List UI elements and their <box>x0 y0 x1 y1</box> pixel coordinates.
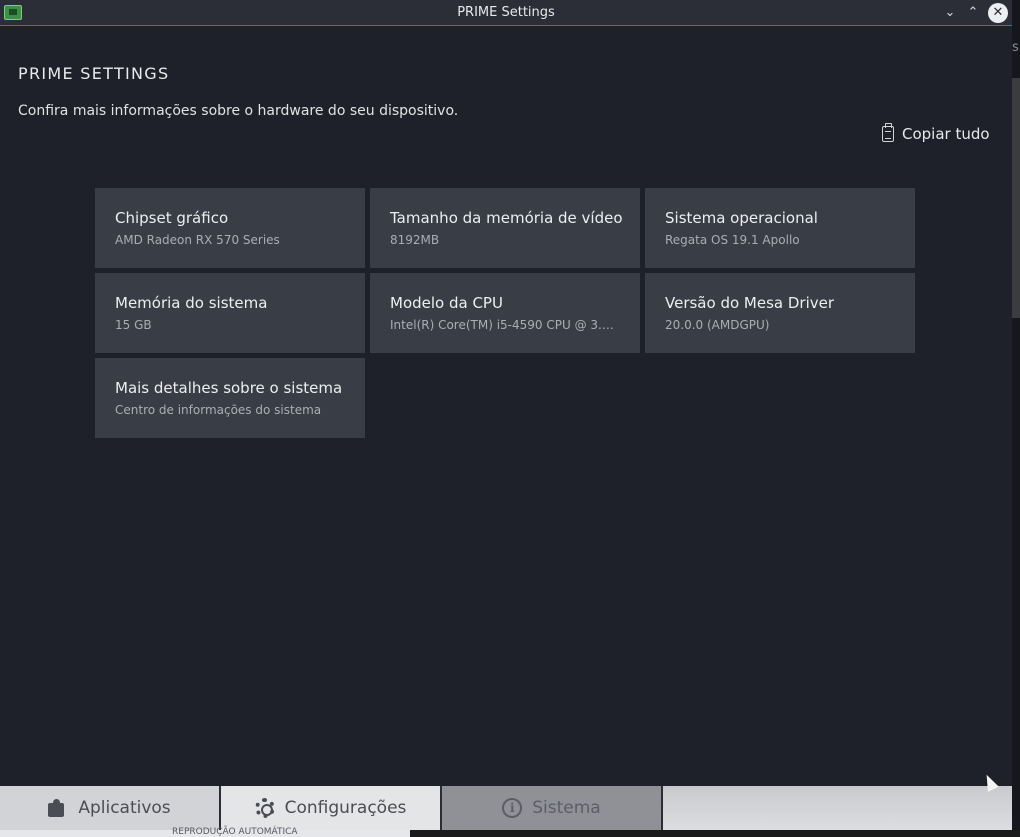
card-label: Chipset gráfico <box>115 209 229 227</box>
card-value: Centro de informações do sistema <box>115 403 322 417</box>
tab-settings[interactable]: Configurações <box>221 786 442 830</box>
page-subtitle: Confira mais informações sobre o hardwar… <box>18 103 459 119</box>
card-value: 15 GB <box>115 318 152 332</box>
copy-all-button[interactable]: Copiar tudo <box>882 123 990 144</box>
bottom-tab-bar: Aplicativos Configurações i Sistema <box>0 786 1012 830</box>
copy-all-label: Copiar tudo <box>902 125 990 143</box>
maximize-button[interactable]: ⌃ <box>963 3 983 23</box>
tab-label: Aplicativos <box>78 798 171 818</box>
card-more-system-details[interactable]: Mais detalhes sobre o sistema Centro de … <box>95 358 365 438</box>
page-title: PRIME SETTINGS <box>18 64 170 83</box>
close-button[interactable]: ✕ <box>988 3 1008 23</box>
autoplay-text: REPRODUÇÃO AUTOMÁTICA <box>172 827 298 837</box>
card-value: AMD Radeon RX 570 Series <box>115 233 280 247</box>
card-value: 8192MB <box>390 233 440 247</box>
card-video-memory[interactable]: Tamanho da memória de vídeo 8192MB <box>370 188 640 268</box>
info-icon: i <box>502 798 523 818</box>
card-label: Memória do sistema <box>115 294 268 312</box>
minimize-button[interactable]: ⌄ <box>940 3 960 23</box>
gear-icon <box>254 798 275 818</box>
title-bar: PRIME Settings ⌄ ⌃ ✕ <box>0 0 1012 26</box>
tab-bar-filler <box>663 786 1012 830</box>
tab-label: Configurações <box>284 798 407 818</box>
underlying-video-strip <box>410 830 1020 837</box>
card-label: Versão do Mesa Driver <box>665 294 835 312</box>
card-cpu-model[interactable]: Modelo da CPU Intel(R) Core(TM) i5-4590 … <box>370 273 640 353</box>
card-label: Sistema operacional <box>665 209 818 227</box>
card-label: Mais detalhes sobre o sistema <box>115 379 343 397</box>
underlying-window-strip: REPRODUÇÃO AUTOMÁTICA <box>0 827 1020 837</box>
card-label: Tamanho da memória de vídeo <box>390 209 623 227</box>
tab-label: Sistema <box>532 798 601 818</box>
clipboard-icon <box>882 123 894 142</box>
card-value: Regata OS 19.1 Apollo <box>665 233 800 247</box>
tab-system[interactable]: i Sistema <box>442 786 663 830</box>
window-title: PRIME Settings <box>457 5 555 20</box>
hardware-info-grid: Chipset gráfico AMD Radeon RX 570 Series… <box>95 188 915 438</box>
puzzle-icon <box>48 799 68 817</box>
card-mesa-driver[interactable]: Versão do Mesa Driver 20.0.0 (AMDGPU) <box>645 273 915 353</box>
card-value: 20.0.0 (AMDGPU) <box>665 318 770 332</box>
card-value: Intel(R) Core(TM) i5-4590 CPU @ 3.30G... <box>390 318 620 332</box>
tab-apps[interactable]: Aplicativos <box>0 786 221 830</box>
desktop-photo <box>1012 78 1020 318</box>
desktop-edge-text: s <box>1012 40 1019 55</box>
card-operating-system[interactable]: Sistema operacional Regata OS 19.1 Apoll… <box>645 188 915 268</box>
card-system-memory[interactable]: Memória do sistema 15 GB <box>95 273 365 353</box>
card-graphics-chipset[interactable]: Chipset gráfico AMD Radeon RX 570 Series <box>95 188 365 268</box>
card-label: Modelo da CPU <box>390 294 503 312</box>
desktop-background: s <box>1012 0 1020 837</box>
